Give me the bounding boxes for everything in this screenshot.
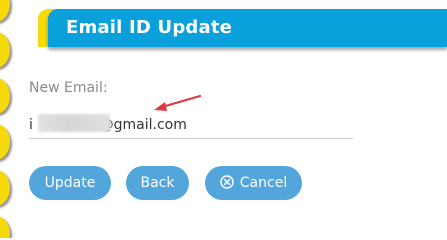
decorative-scallop [0, 78, 10, 114]
decorative-scallop [0, 124, 10, 160]
decorative-scallop [0, 32, 10, 68]
red-arrow-icon [154, 94, 202, 111]
update-button[interactable]: Update [29, 166, 111, 200]
decorative-scallop [0, 170, 10, 206]
page-title: Email ID Update [66, 17, 233, 38]
circle-x-icon [220, 175, 234, 189]
back-button[interactable]: Back [126, 166, 189, 200]
redaction-blur [38, 114, 110, 132]
cancel-button-label: Cancel [239, 175, 288, 191]
header-bar: Email ID Update [48, 9, 447, 47]
decorative-scallop [0, 216, 10, 238]
cancel-button[interactable]: Cancel [205, 166, 302, 200]
new-email-label: New Email: [29, 80, 108, 96]
email-update-page: Email ID Update New Email: Update Back C… [0, 0, 447, 238]
decorative-scallop [0, 0, 10, 22]
